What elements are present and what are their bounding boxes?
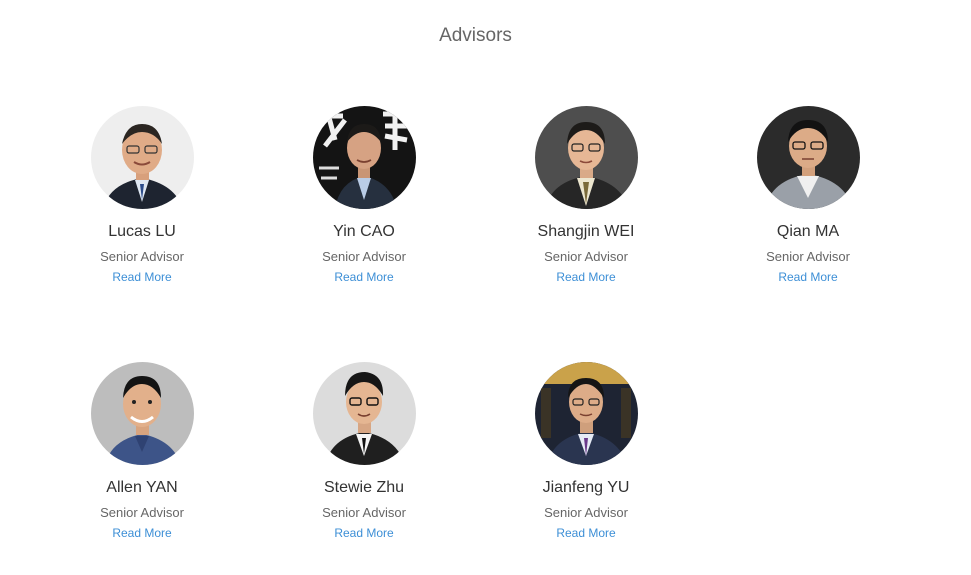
advisor-card: Yin CAO Senior Advisor Read More (253, 106, 475, 286)
read-more-link[interactable]: Read More (556, 270, 615, 285)
advisor-role: Senior Advisor (766, 249, 850, 264)
read-more-link[interactable]: Read More (112, 526, 171, 541)
advisor-card: Allen YAN Senior Advisor Read More (31, 362, 253, 542)
read-more-link[interactable]: Read More (556, 526, 615, 541)
advisor-role: Senior Advisor (100, 249, 184, 264)
section-title: Advisors (439, 25, 512, 46)
advisor-name: Lucas LU (108, 223, 176, 240)
advisor-name: Shangjin WEI (537, 223, 635, 240)
advisor-card: Stewie Zhu Senior Advisor Read More (253, 362, 475, 542)
advisor-photo[interactable] (90, 106, 194, 209)
advisors-page: Advisors Lucas LU Senior Advisor Read Mo… (0, 0, 971, 575)
advisor-card: Jianfeng YU Senior Advisor Read More (475, 362, 697, 542)
advisor-card: Shangjin WEI Senior Advisor Read More (475, 106, 697, 286)
advisor-name: Qian MA (776, 223, 840, 240)
advisor-role: Senior Advisor (100, 505, 184, 520)
read-more-link[interactable]: Read More (334, 526, 393, 541)
advisor-name: Allen YAN (106, 479, 178, 496)
advisor-photo[interactable] (756, 106, 860, 209)
read-more-link[interactable]: Read More (112, 270, 171, 285)
advisor-photo[interactable] (534, 362, 638, 465)
advisor-card: Qian MA Senior Advisor Read More (697, 106, 919, 286)
advisor-photo[interactable] (312, 362, 416, 465)
read-more-link[interactable]: Read More (334, 270, 393, 285)
advisor-role: Senior Advisor (544, 505, 628, 520)
read-more-link[interactable]: Read More (778, 270, 837, 285)
advisor-card: Lucas LU Senior Advisor Read More (31, 106, 253, 286)
advisor-role: Senior Advisor (322, 249, 406, 264)
advisor-name: Yin CAO (333, 223, 395, 240)
advisor-name: Stewie Zhu (323, 479, 405, 496)
advisor-photo[interactable] (534, 106, 638, 209)
advisor-photo[interactable] (90, 362, 194, 465)
advisor-role: Senior Advisor (322, 505, 406, 520)
advisor-role: Senior Advisor (544, 249, 628, 264)
advisor-photo[interactable] (312, 106, 416, 209)
advisor-name: Jianfeng YU (542, 479, 630, 496)
